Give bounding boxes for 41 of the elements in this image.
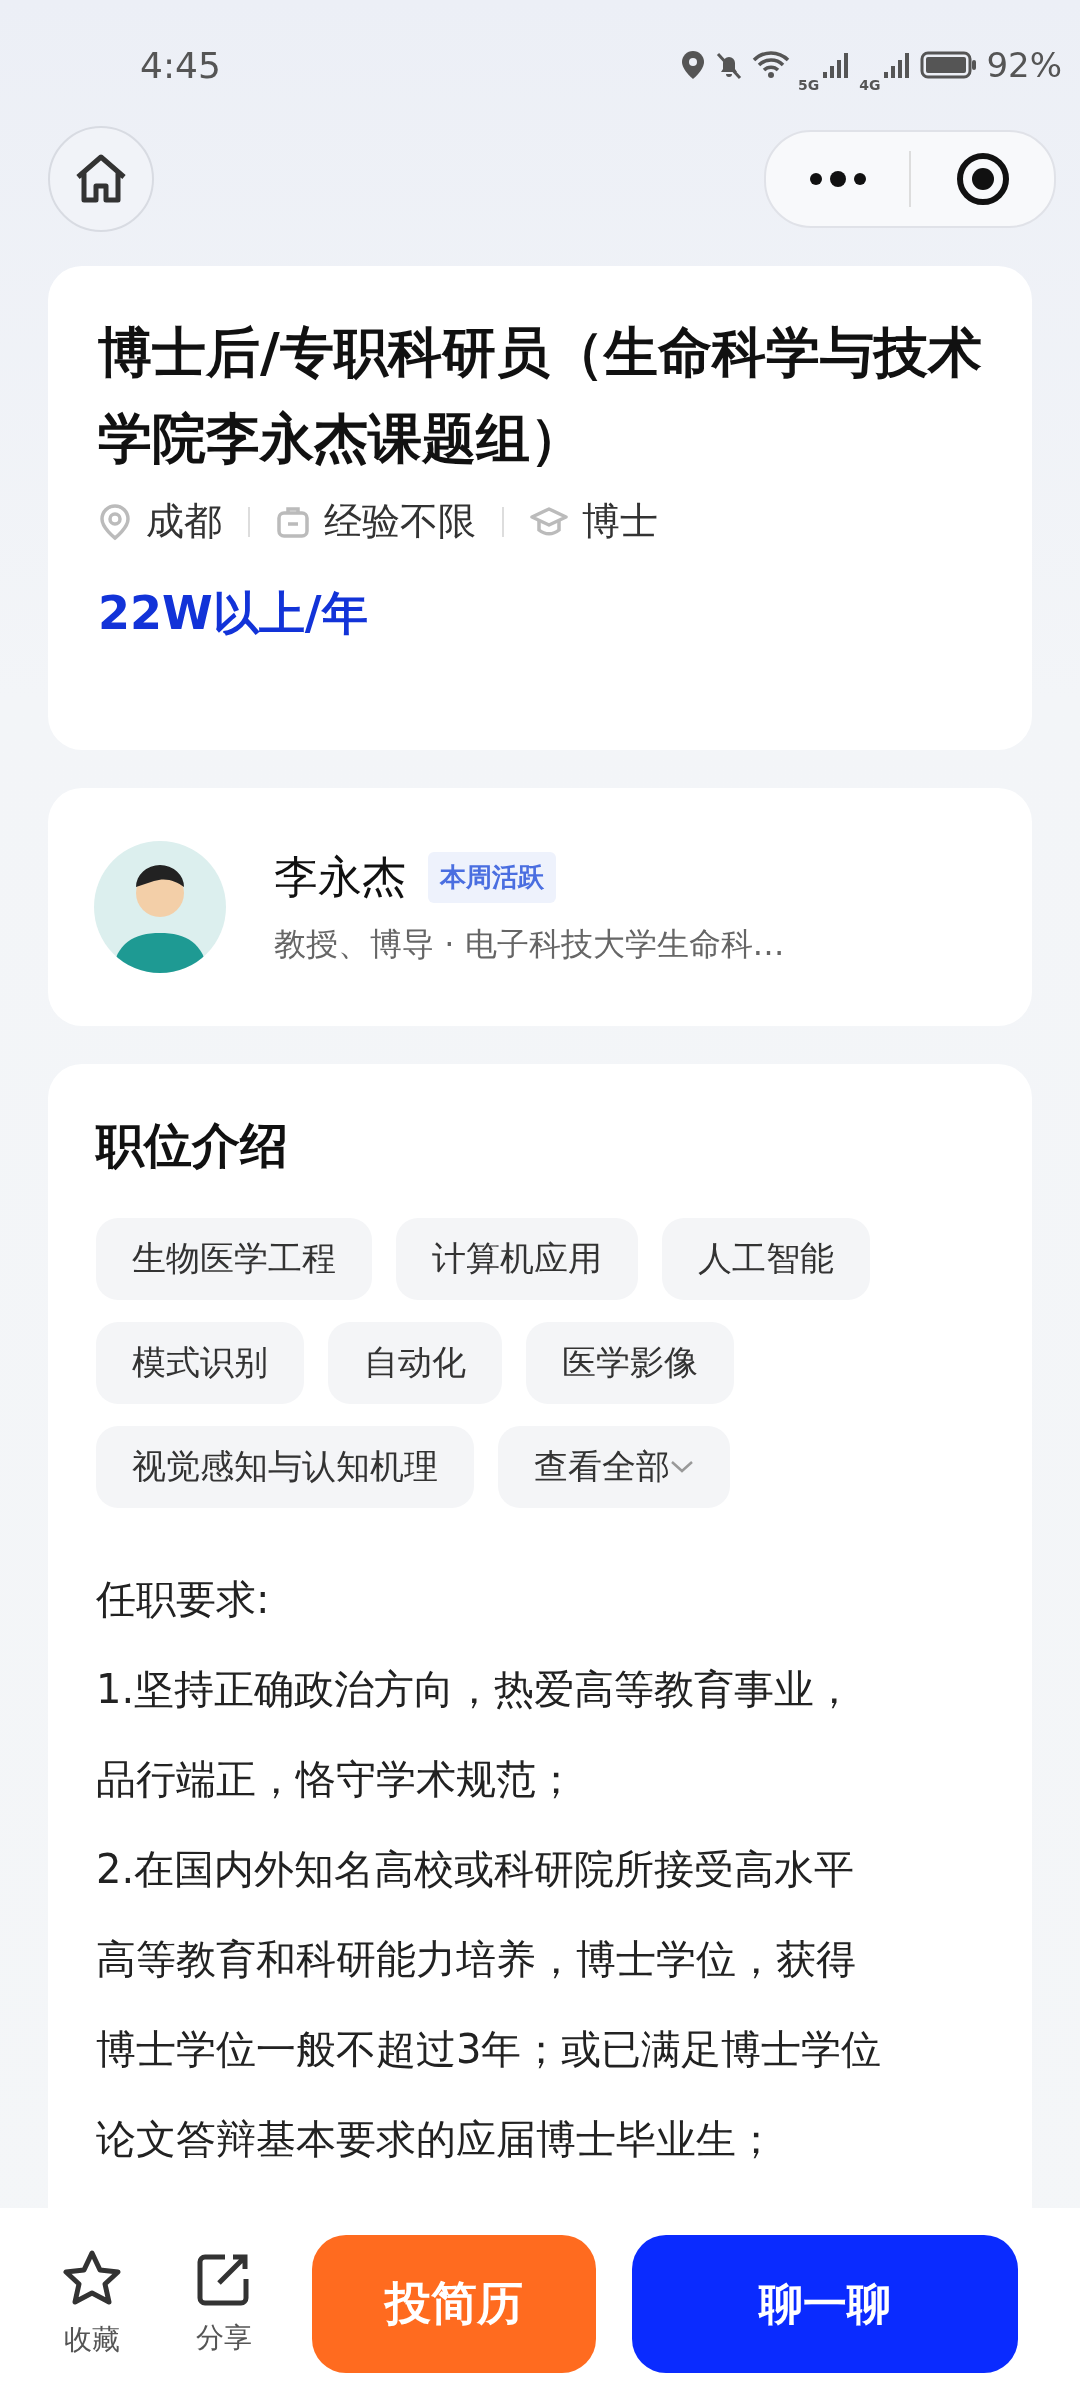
target-icon xyxy=(954,151,1011,207)
job-meta: 成都 xyxy=(146,498,222,545)
job-title: 博士后/专职科研员（生命科学与技术学院李永杰课题组） xyxy=(98,320,982,472)
skill-tag: 计算机应用 xyxy=(396,1218,638,1300)
salary: 22W以上/年 xyxy=(98,585,369,642)
requirement-text: 2.在国内外知名高校或科研院所接受高水平 xyxy=(96,1845,856,1894)
recruiter-title: 教授、博导 · 电子科技大学生命科… xyxy=(274,923,785,965)
battery-icon xyxy=(920,50,979,80)
battery-percent: 92% xyxy=(986,45,1062,85)
recruiter-card[interactable]: 李永杰 本周活跃 教授、博导 · 电子科技大学生命科… xyxy=(48,788,1032,1026)
activity-badge: 本周活跃 xyxy=(428,851,556,903)
chat-button[interactable]: 聊一聊 xyxy=(632,2235,1018,2373)
requirement-text: 论文答辩基本要求的应届博士毕业生； xyxy=(96,2115,777,2164)
skill-tag: 人工智能 xyxy=(662,1218,870,1300)
section-heading: 职位介绍 xyxy=(96,1116,289,1175)
chevron-down-icon xyxy=(670,1460,694,1474)
location-pin-icon xyxy=(98,502,132,541)
job-meta: 博士 xyxy=(582,498,658,545)
status-time: 4:45 xyxy=(140,44,221,86)
skill-tag: 医学影像 xyxy=(526,1322,734,1404)
network-label: 4G xyxy=(859,77,881,93)
show-all-button[interactable]: 查看全部 xyxy=(498,1426,730,1508)
wifi-icon xyxy=(751,50,790,80)
share-button[interactable]: 分享 xyxy=(176,2251,272,2357)
home-icon xyxy=(74,153,128,205)
requirement-text: 高等教育和科研能力培养，博士学位，获得 xyxy=(96,1935,857,1984)
network-label: 5G xyxy=(797,77,820,93)
briefcase-icon xyxy=(276,504,310,539)
job-meta: 经验不限 xyxy=(324,498,476,545)
skill-tag: 视觉感知与认知机理 xyxy=(96,1426,474,1508)
location-icon xyxy=(679,50,706,80)
skill-tag: 自动化 xyxy=(328,1322,502,1404)
requirement-text: 博士学位一般不超过3年；或已满足博士学位 xyxy=(96,2025,883,2074)
recruiter-name: 李永杰 xyxy=(274,849,406,904)
requirement-text: 品行端正，恪守学术规范； xyxy=(96,1755,577,1804)
more-icon xyxy=(807,169,868,189)
requirement-text: 1.坚持正确政治方向，热爱高等教育事业， xyxy=(96,1665,856,1714)
skill-tag: 生物医学工程 xyxy=(96,1218,372,1300)
requirement-text: 任职要求: xyxy=(96,1575,271,1624)
skill-tag: 模式识别 xyxy=(96,1322,304,1404)
favorite-button[interactable]: 收藏 xyxy=(44,2249,140,2359)
